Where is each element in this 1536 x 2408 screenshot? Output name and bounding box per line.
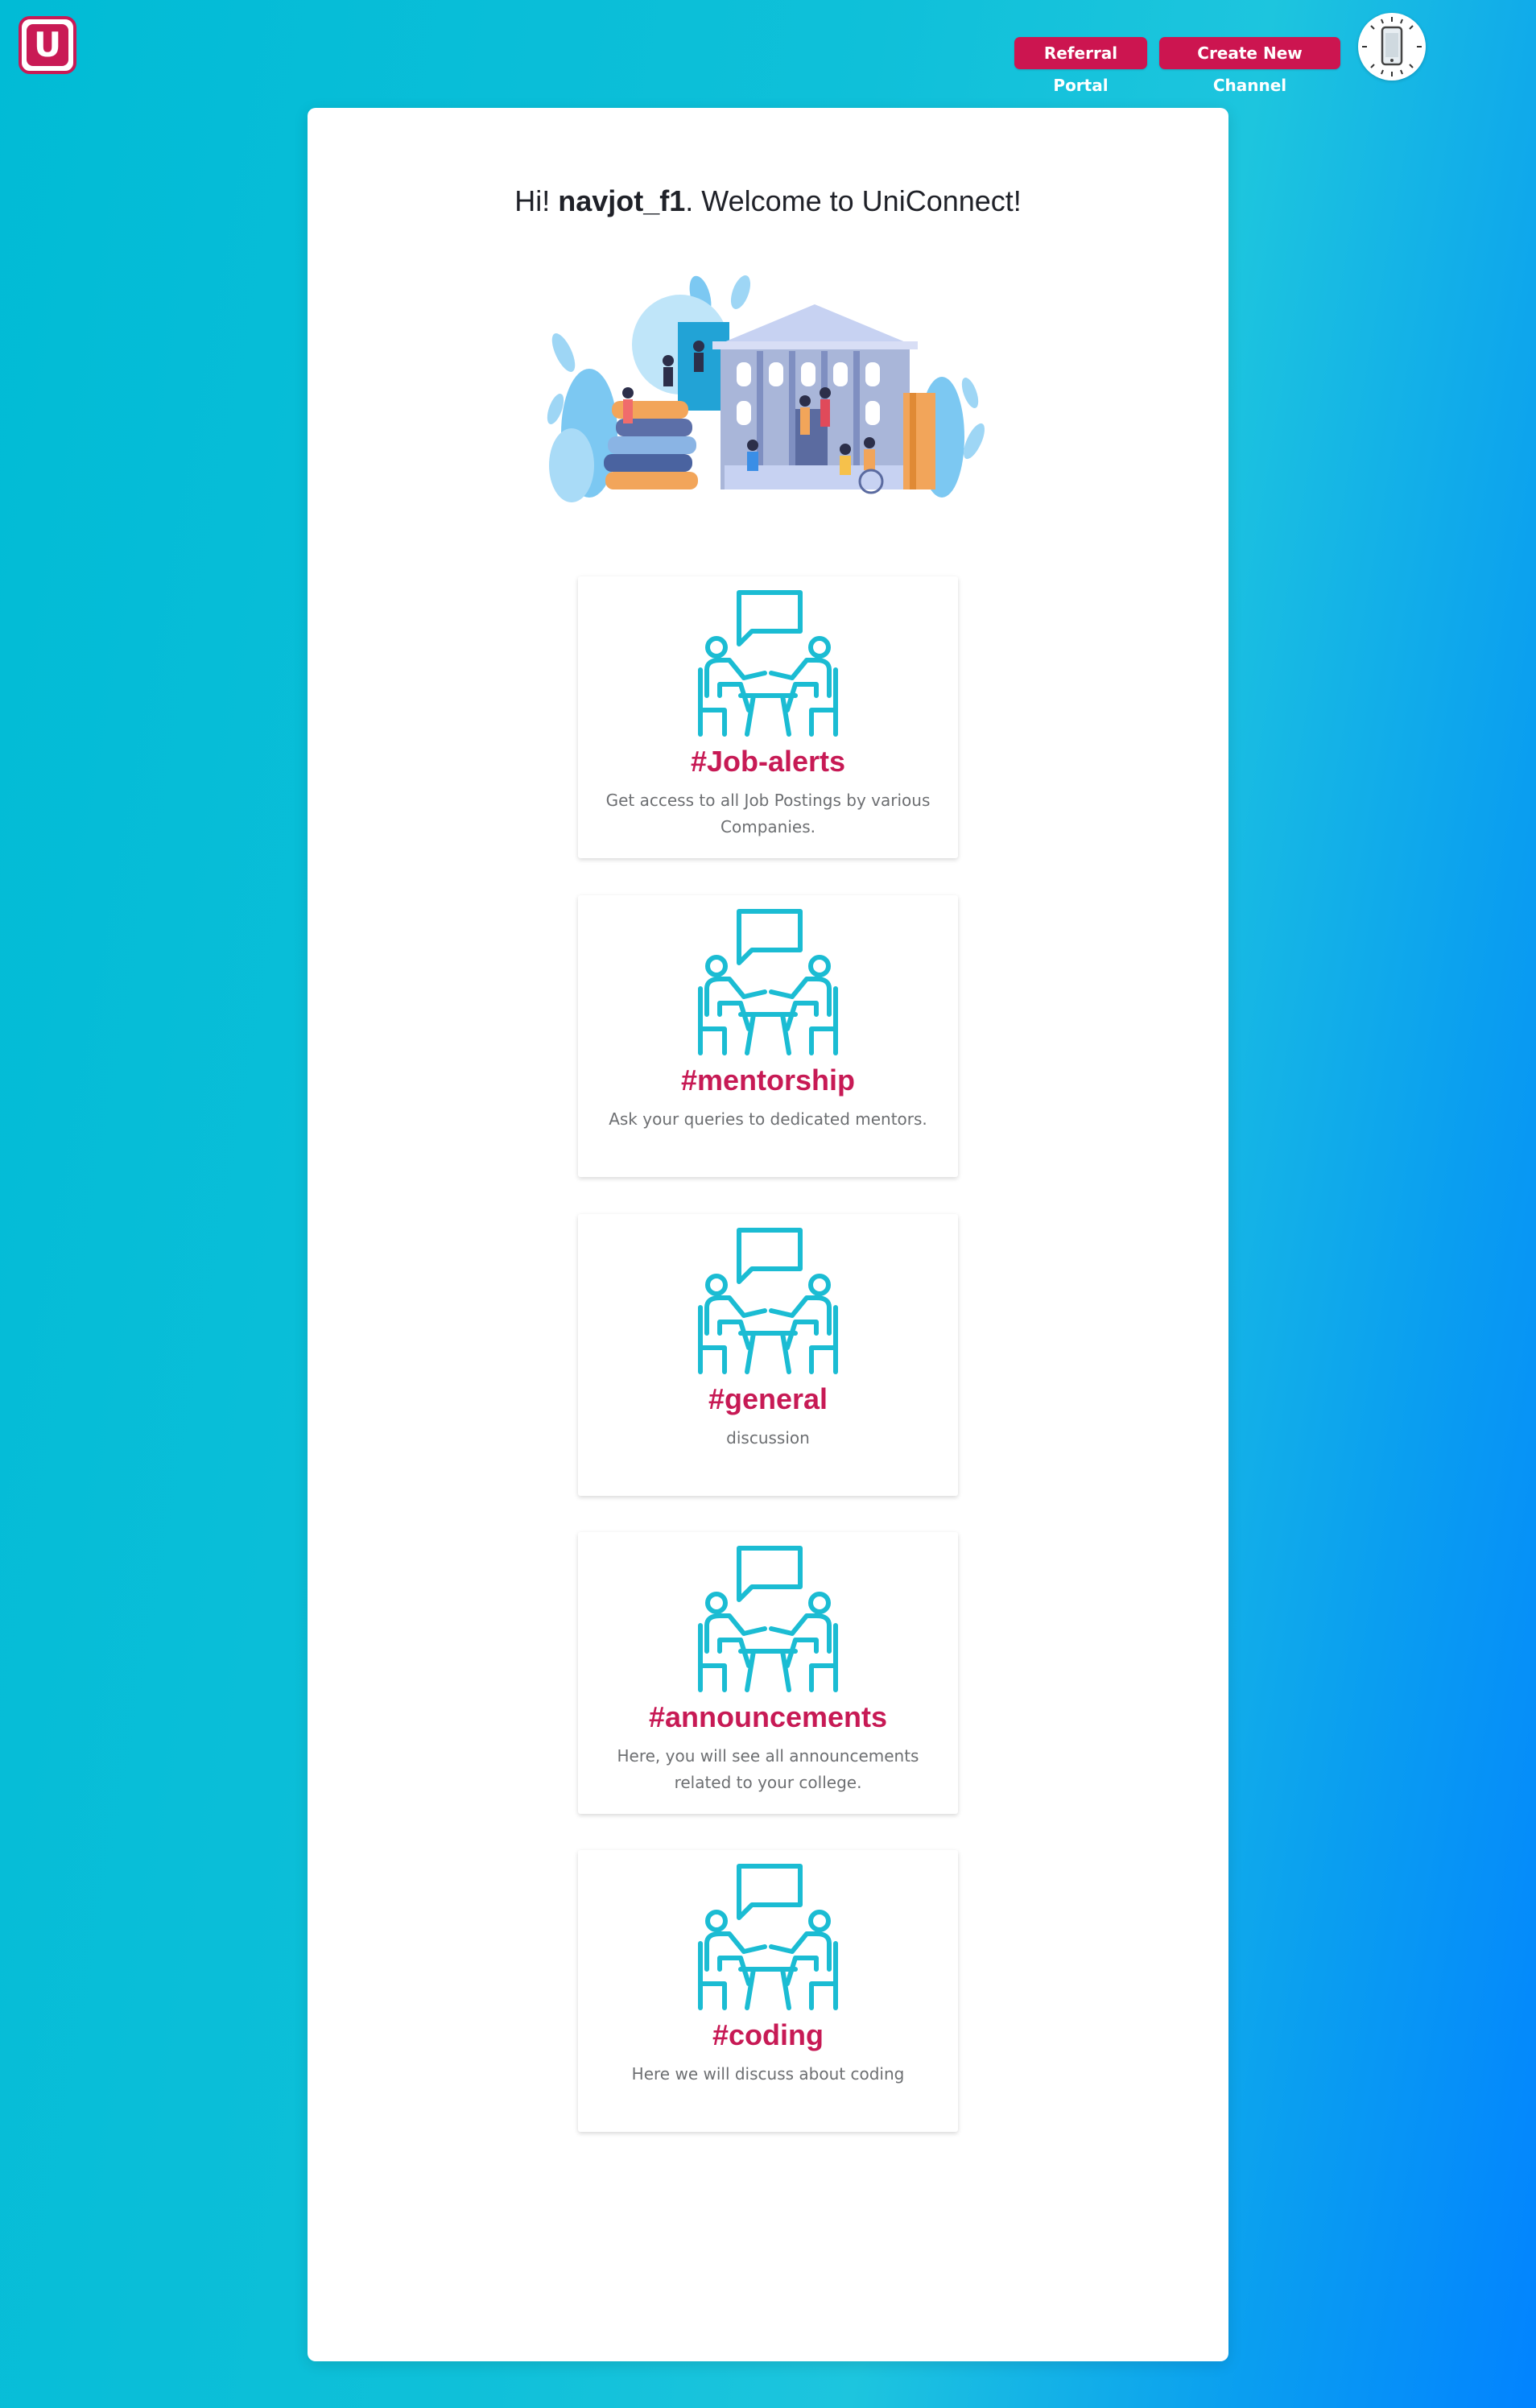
avatar[interactable] bbox=[1358, 13, 1426, 81]
channel-card-mentorship[interactable]: #mentorship Ask your queries to dedicate… bbox=[578, 895, 958, 1177]
create-new-channel-button[interactable]: Create New Channel bbox=[1159, 37, 1340, 95]
welcome-greeting: Hi! bbox=[514, 184, 551, 217]
people-meeting-chat-icon bbox=[696, 908, 840, 1058]
channel-title: #announcements bbox=[648, 1700, 888, 1733]
referral-portal-button[interactable]: Referral Portal bbox=[1014, 37, 1147, 95]
channel-card-job-alerts[interactable]: #Job-alerts Get access to all Job Postin… bbox=[578, 576, 958, 858]
channel-description: Here we will discuss about coding bbox=[631, 2064, 905, 2084]
welcome-username: navjot_f1 bbox=[558, 184, 686, 217]
channel-title: #Job-alerts bbox=[690, 745, 846, 778]
people-meeting-chat-icon bbox=[696, 1227, 840, 1377]
welcome-heading: Hi! navjot_f1. Welcome to UniConnect! bbox=[0, 184, 1536, 219]
uniconnect-logo[interactable]: U bbox=[19, 16, 76, 74]
channel-description: Get access to all Job Postings by variou… bbox=[605, 791, 931, 836]
channel-title: #coding bbox=[712, 2018, 824, 2051]
channel-description: discussion bbox=[726, 1428, 810, 1448]
phone-clock-avatar-icon bbox=[1362, 17, 1422, 76]
channel-description: Ask your queries to dedicated mentors. bbox=[609, 1109, 927, 1129]
channel-title: #mentorship bbox=[680, 1064, 856, 1097]
people-meeting-chat-icon bbox=[696, 589, 840, 739]
people-meeting-chat-icon bbox=[696, 1545, 840, 1695]
channel-title: #general bbox=[708, 1382, 828, 1415]
people-meeting-chat-icon bbox=[696, 1863, 840, 2013]
welcome-message: . Welcome to UniConnect! bbox=[685, 184, 1022, 217]
university-illustration bbox=[547, 275, 985, 502]
logo-letter: U bbox=[27, 24, 68, 66]
channel-card-general[interactable]: #general discussion bbox=[578, 1214, 958, 1496]
channel-card-coding[interactable]: #coding Here we will discuss about codin… bbox=[578, 1850, 958, 2132]
channel-card-announcements[interactable]: #announcements Here, you will see all an… bbox=[578, 1532, 958, 1814]
channel-description: Here, you will see all announcements rel… bbox=[617, 1746, 919, 1792]
